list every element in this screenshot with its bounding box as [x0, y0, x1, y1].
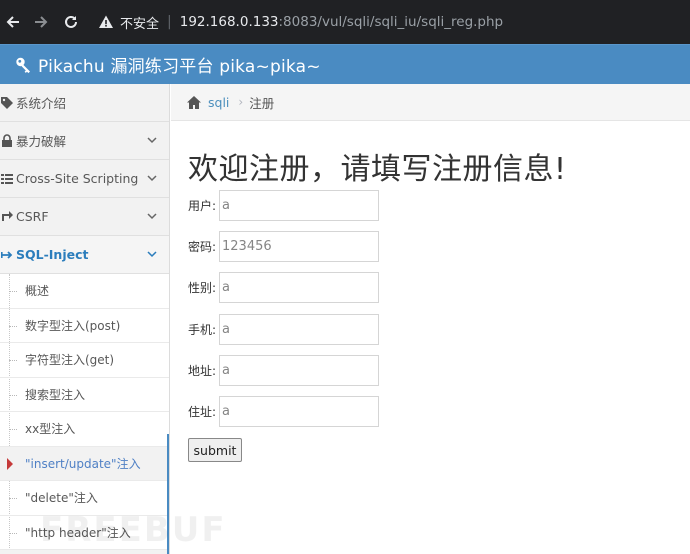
username-label: 用户: [188, 199, 217, 213]
page-title: 欢迎注册，请填写注册信息! [188, 152, 567, 187]
submenu-item[interactable]: 字符型注入(get) [0, 343, 169, 378]
key-icon [16, 57, 30, 73]
submit-button[interactable]: submit [188, 438, 242, 462]
sidebar-item-bruteforce[interactable]: 暴力破解 [0, 122, 169, 160]
sidebar-item-sqli[interactable]: SQL-Inject [0, 236, 169, 274]
chevron-down-icon [147, 175, 157, 182]
form-row-residence: 住址: [188, 396, 379, 427]
lock-icon [2, 133, 12, 147]
tree-dots [9, 498, 17, 499]
residence-input[interactable] [219, 396, 379, 427]
tree-dots [9, 394, 17, 396]
tree-dots [9, 429, 17, 430]
breadcrumb: sqli › 注册 [171, 84, 690, 121]
arrow-left-icon [6, 16, 19, 28]
chevron-down-icon [147, 137, 157, 144]
password-input[interactable] [219, 231, 379, 262]
sidebar-item-label: 系统介绍 [16, 96, 67, 111]
sidebar-item-csrf[interactable]: CSRF [0, 198, 169, 236]
breadcrumb-current: 注册 [249, 95, 275, 111]
submenu-item[interactable]: 概述 [0, 274, 169, 309]
warning-icon[interactable] [98, 14, 114, 30]
forward-button[interactable] [28, 9, 54, 35]
insecure-label: 不安全 [120, 16, 160, 32]
address-label: 地址: [188, 364, 217, 378]
submenu-item[interactable]: 搜索型注入 [0, 378, 169, 412]
app-header: Pikachu 漏洞练习平台 pika~pika~ [0, 44, 690, 84]
reload-icon [65, 15, 77, 28]
form-row-password: 密码: [188, 231, 379, 262]
form-row-phone: 手机: [188, 314, 379, 345]
submenu-item-label: 概述 [25, 284, 50, 299]
arrow-right-icon [35, 16, 48, 28]
submenu-item-label: "delete"注入 [25, 491, 98, 506]
sidebar-item-label: Cross-Site Scripting [16, 171, 139, 186]
submenu-item-label: xx型注入 [25, 422, 76, 437]
sidebar-item-label: CSRF [16, 209, 49, 224]
arrow-icon [1, 250, 13, 259]
breadcrumb-link-sqli[interactable]: sqli [208, 95, 229, 110]
submenu-item[interactable]: xx型注入 [0, 412, 169, 447]
residence-label: 住址: [188, 405, 217, 419]
form-row-username: 用户: [188, 190, 379, 221]
gender-input[interactable] [219, 272, 379, 303]
form-row-address: 地址: [188, 355, 379, 386]
url-path: :8083/vul/sqli/sqli_iu/sqli_reg.php [278, 14, 504, 30]
form-row-gender: 性别: [188, 272, 379, 303]
home-icon[interactable] [186, 95, 202, 110]
submenu-item-label: 搜索型注入 [25, 387, 86, 402]
sidebar-item-intro[interactable]: 系统介绍 [0, 84, 169, 122]
breadcrumb-separator: › [238, 95, 244, 109]
url-text[interactable]: 192.168.0.133:8083/vul/sqli/sqli_iu/sqli… [180, 14, 503, 30]
submenu-item[interactable]: 数字型注入(post) [0, 309, 169, 343]
back-button[interactable] [0, 9, 26, 35]
submenu-item-label: 数字型注入(post) [25, 318, 121, 333]
list-icon [1, 173, 13, 184]
tree-dots [9, 325, 17, 327]
chevron-down-icon [147, 251, 157, 258]
sidebar-item-label: SQL-Inject [16, 247, 89, 262]
submenu-item-label: 字符型注入(get) [25, 353, 115, 368]
sidebar: 系统介绍 暴力破解 Cross-Site Scripting CSRF SQL-… [0, 84, 170, 554]
chevron-down-icon [147, 213, 157, 220]
submenu-item-label: "insert/update"注入 [25, 456, 141, 471]
tree-dots [9, 532, 17, 534]
phone-label: 手机: [188, 323, 217, 337]
phone-input[interactable] [219, 314, 379, 345]
password-label: 密码: [188, 240, 217, 254]
caret-right-icon [7, 457, 13, 470]
tree-dots [9, 360, 17, 361]
submenu-item-current[interactable]: "insert/update"注入 [0, 446, 169, 481]
address-input[interactable] [219, 355, 379, 386]
tag-icon [1, 96, 13, 109]
share-icon [2, 210, 13, 221]
gender-label: 性别: [188, 281, 217, 295]
sidebar-item-xss[interactable]: Cross-Site Scripting [0, 160, 169, 198]
address-bar[interactable]: 不安全 | 192.168.0.133:8083/vul/sqli/sqli_i… [92, 8, 690, 36]
app-title[interactable]: Pikachu 漏洞练习平台 pika~pika~ [38, 52, 321, 77]
browser-toolbar: 不安全 | 192.168.0.133:8083/vul/sqli/sqli_i… [0, 0, 690, 44]
reload-button[interactable] [58, 9, 84, 35]
username-input[interactable] [219, 190, 379, 221]
url-host: 192.168.0.133 [179, 14, 279, 30]
tree-dots [9, 291, 17, 292]
sidebar-submenu: 概述 数字型注入(post) 字符型注入(get) 搜索型注入 xx型注入 "i… [0, 274, 169, 550]
omnibox-divider: | [167, 14, 172, 30]
watermark: FREEBUF [40, 510, 227, 550]
sidebar-item-label: 暴力破解 [16, 134, 67, 149]
